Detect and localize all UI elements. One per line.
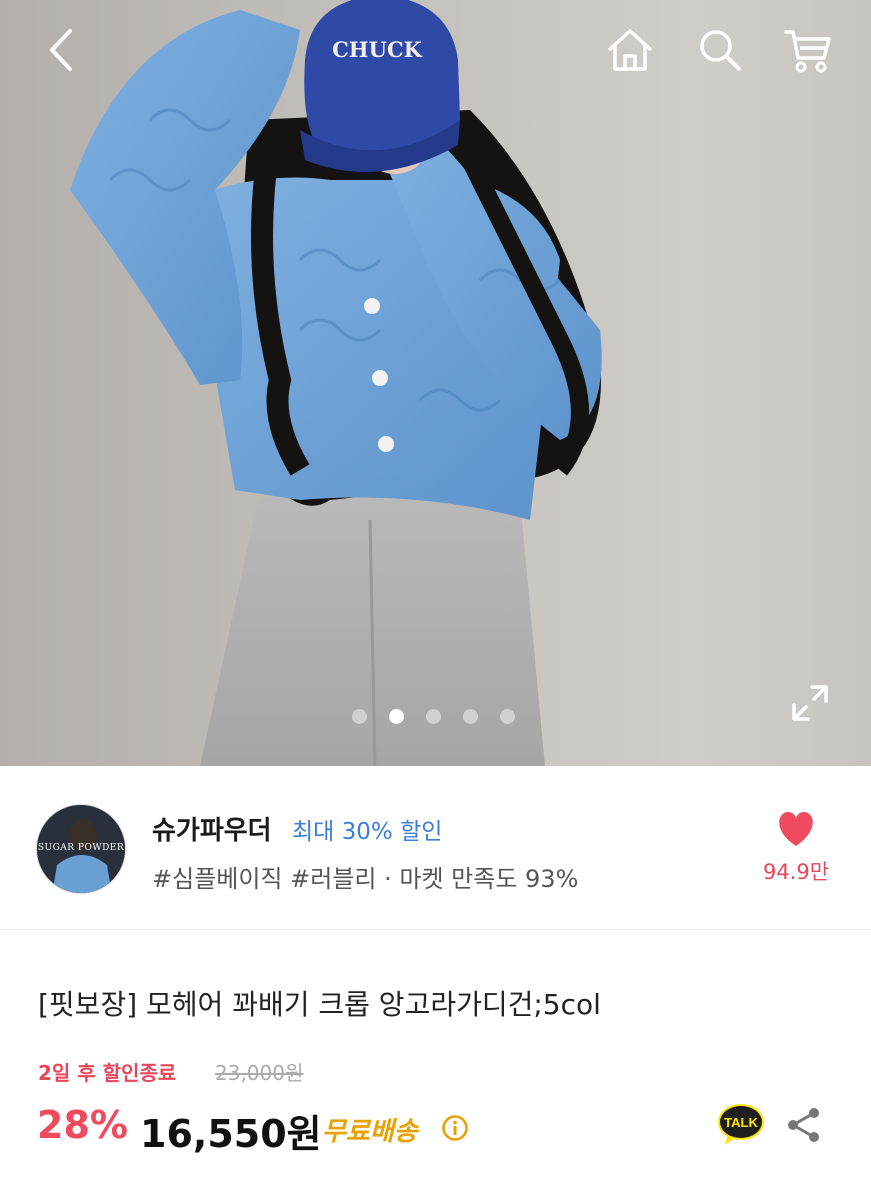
kakao-talk-button[interactable]: TALK xyxy=(716,1103,766,1147)
cart-button[interactable] xyxy=(780,22,836,78)
heart-icon xyxy=(779,812,813,846)
carousel-dot[interactable] xyxy=(426,709,441,724)
talk-label: TALK xyxy=(724,1115,758,1130)
carousel-dot-active[interactable] xyxy=(389,709,404,724)
fullscreen-button[interactable] xyxy=(790,683,830,723)
carousel-dot[interactable] xyxy=(352,709,367,724)
product-image-carousel[interactable]: CHUCK xyxy=(0,0,871,766)
free-shipping-label: 무료배송 xyxy=(322,1117,418,1147)
seller-avatar[interactable]: SUGAR POWDER xyxy=(36,804,126,894)
info-icon xyxy=(442,1115,468,1141)
back-button[interactable] xyxy=(34,22,90,78)
seller-discount: 최대 30% 할인 xyxy=(292,819,443,845)
seller-tags: #심플베이직 #러블리 · 마켓 만족도 93% xyxy=(152,865,579,893)
discount-rate: 28% xyxy=(37,1103,128,1147)
talk-icon: TALK xyxy=(718,1104,764,1145)
seller-section: SUGAR POWDER 슈가파우더 최대 30% 할인 #심플베이직 #러블리… xyxy=(0,766,871,930)
search-icon xyxy=(700,30,741,71)
product-title: [핏보장] 모헤어 꽈배기 크롭 앙고라가디건;5col xyxy=(38,988,601,1021)
carousel-indicator xyxy=(352,709,515,724)
product-photo: CHUCK xyxy=(0,0,871,766)
home-icon xyxy=(608,29,652,71)
expand-icon xyxy=(792,685,828,721)
seller-name[interactable]: 슈가파우더 xyxy=(152,810,272,847)
back-icon xyxy=(50,29,72,71)
home-button[interactable] xyxy=(602,22,658,78)
share-button[interactable] xyxy=(785,1106,823,1144)
search-button[interactable] xyxy=(692,22,748,78)
original-price: 23,000원 xyxy=(215,1061,304,1085)
sale-price: 16,550원 xyxy=(140,1112,322,1156)
cap-text: CHUCK xyxy=(332,37,423,62)
carousel-dot[interactable] xyxy=(463,709,478,724)
carousel-dot[interactable] xyxy=(500,709,515,724)
sale-end-notice: 2일 후 할인종료 xyxy=(38,1061,177,1085)
shipping-info-button[interactable] xyxy=(441,1114,469,1142)
like-button[interactable]: 94.9만 xyxy=(752,806,840,896)
share-icon xyxy=(788,1108,819,1142)
cart-icon xyxy=(784,30,831,73)
like-count: 94.9만 xyxy=(762,860,830,884)
avatar-text: SUGAR POWDER xyxy=(37,843,125,853)
